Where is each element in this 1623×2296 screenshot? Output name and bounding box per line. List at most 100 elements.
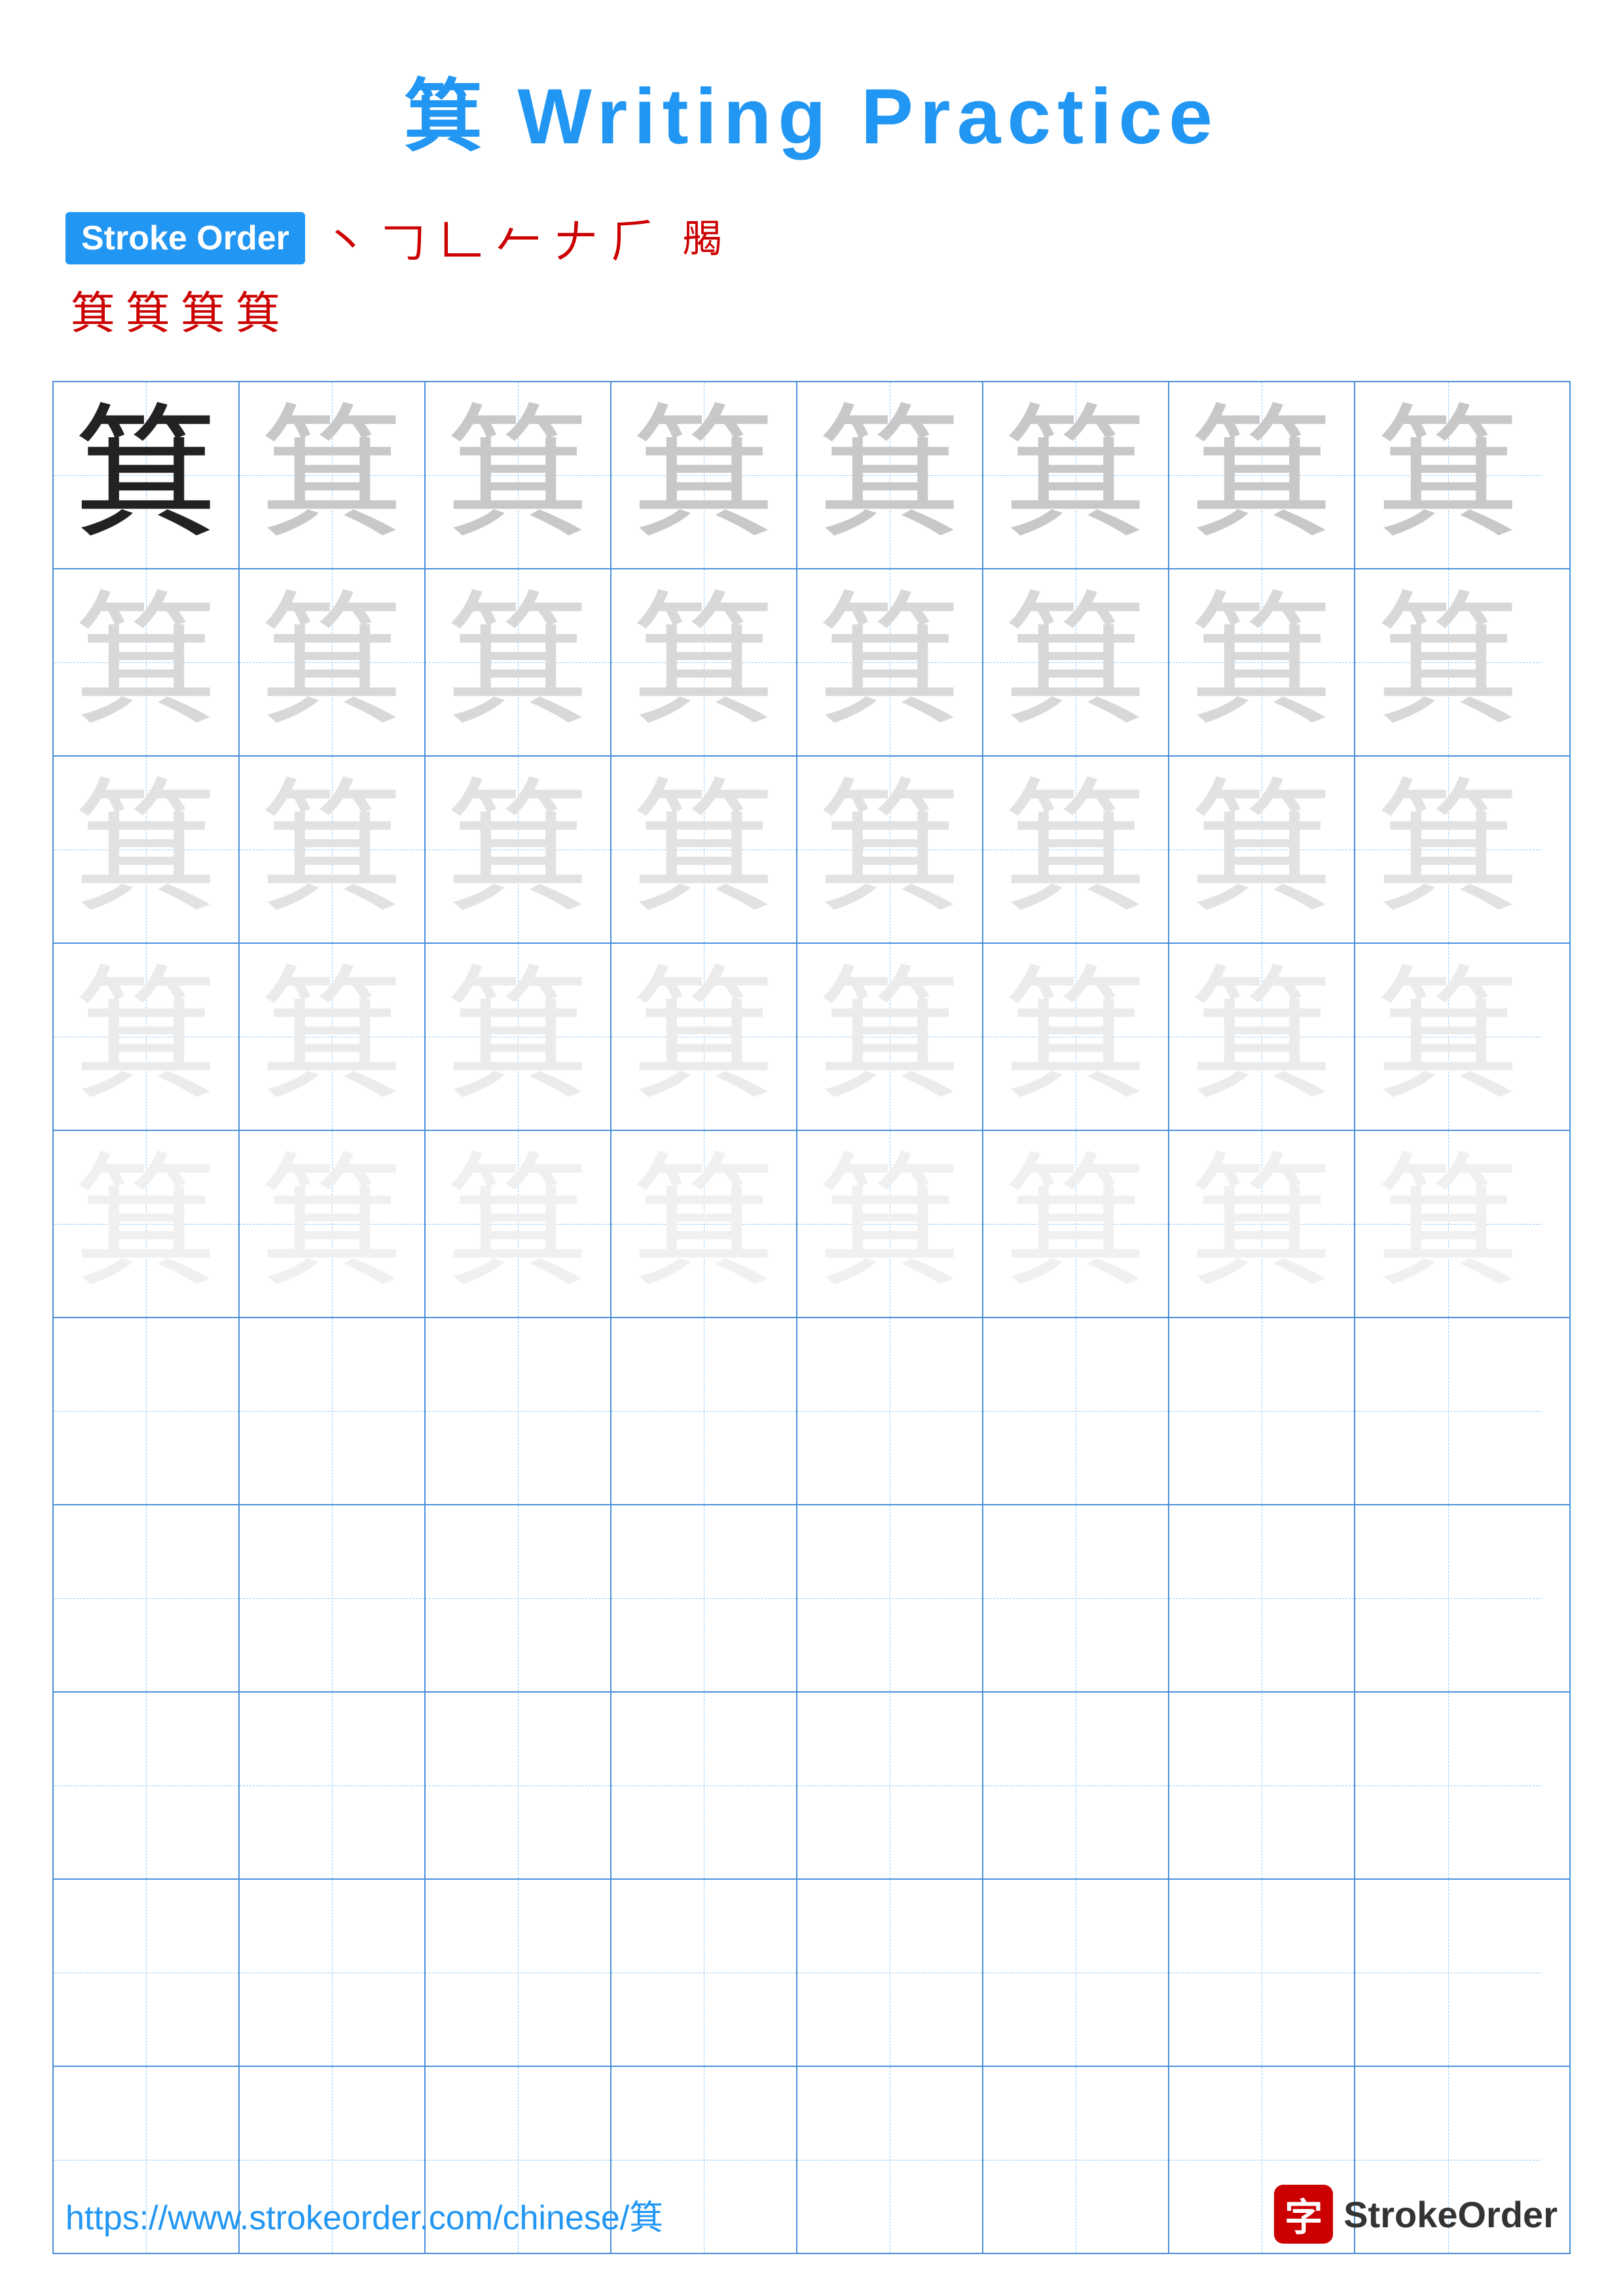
grid-row-9 — [54, 1880, 1569, 2067]
grid-cell-5-8: 箕 — [1355, 1131, 1541, 1317]
grid-cell-6-1[interactable] — [54, 1318, 240, 1504]
grid-cell-8-5[interactable] — [797, 1693, 983, 1878]
grid-cell-3-7: 箕 — [1169, 757, 1355, 942]
grid-cell-6-2[interactable] — [240, 1318, 426, 1504]
grid-cell-1-4: 箕 — [611, 382, 797, 568]
footer: https://www.strokeorder.com/chinese/箕 字 … — [0, 2185, 1623, 2244]
grid-cell-4-2: 箕 — [240, 944, 426, 1130]
grid-cell-7-7[interactable] — [1169, 1505, 1355, 1691]
grid-cell-3-4: 箕 — [611, 757, 797, 942]
stroke-step-15: 箕 — [181, 277, 225, 342]
grid-cell-6-4[interactable] — [611, 1318, 797, 1504]
stroke-row2: 箕 箕 箕 箕 — [0, 277, 1623, 342]
stroke-step-13: 箕 — [71, 277, 115, 342]
grid-cell-4-6: 箕 — [983, 944, 1169, 1130]
grid-cell-1-7: 箕 — [1169, 382, 1355, 568]
grid-cell-5-1: 箕 — [54, 1131, 240, 1317]
practice-grid: 箕 箕 箕 箕 箕 箕 箕 箕 箕 箕 箕 — [52, 381, 1571, 2254]
grid-cell-9-2[interactable] — [240, 1880, 426, 2066]
grid-cell-7-2[interactable] — [240, 1505, 426, 1691]
grid-row-4: 箕 箕 箕 箕 箕 箕 箕 箕 — [54, 944, 1569, 1131]
grid-cell-6-7[interactable] — [1169, 1318, 1355, 1504]
stroke-step-14: 箕 — [126, 277, 170, 342]
grid-row-1: 箕 箕 箕 箕 箕 箕 箕 箕 — [54, 382, 1569, 569]
grid-cell-6-6[interactable] — [983, 1318, 1169, 1504]
grid-cell-5-7: 箕 — [1169, 1131, 1355, 1317]
grid-cell-3-8: 箕 — [1355, 757, 1541, 942]
grid-cell-8-6[interactable] — [983, 1693, 1169, 1878]
stroke-step-1: 丶 — [323, 206, 368, 270]
grid-cell-7-6[interactable] — [983, 1505, 1169, 1691]
grid-cell-9-6[interactable] — [983, 1880, 1169, 2066]
grid-row-7 — [54, 1505, 1569, 1693]
grid-cell-4-1: 箕 — [54, 944, 240, 1130]
grid-cell-9-4[interactable] — [611, 1880, 797, 2066]
grid-cell-2-8: 箕 — [1355, 569, 1541, 755]
grid-cell-8-2[interactable] — [240, 1693, 426, 1878]
grid-cell-5-4: 箕 — [611, 1131, 797, 1317]
grid-cell-9-7[interactable] — [1169, 1880, 1355, 2066]
grid-cell-2-6: 箕 — [983, 569, 1169, 755]
grid-cell-1-3: 箕 — [426, 382, 611, 568]
grid-cell-2-4: 箕 — [611, 569, 797, 755]
grid-cell-5-6: 箕 — [983, 1131, 1169, 1317]
grid-cell-9-8[interactable] — [1355, 1880, 1541, 2066]
grid-cell-3-2: 箕 — [240, 757, 426, 942]
stroke-order-section: Stroke Order 丶 𠃌 𠃊 𠂉 𠂇 𠂆 𠂅 𠂄 𠂃 𠂂 𠂁 𠂀 — [0, 206, 1623, 270]
grid-cell-7-1[interactable] — [54, 1505, 240, 1691]
grid-cell-2-3: 箕 — [426, 569, 611, 755]
grid-cell-2-5: 箕 — [797, 569, 983, 755]
stroke-order-badge: Stroke Order — [65, 212, 305, 264]
grid-cell-8-3[interactable] — [426, 1693, 611, 1878]
grid-row-8 — [54, 1693, 1569, 1880]
grid-cell-4-7: 箕 — [1169, 944, 1355, 1130]
grid-cell-3-1: 箕 — [54, 757, 240, 942]
grid-cell-1-1: 箕 — [54, 382, 240, 568]
grid-cell-7-5[interactable] — [797, 1505, 983, 1691]
stroke-sequence: 丶 𠃌 𠃊 𠂉 𠂇 𠂆 𠂅 𠂄 𠂃 𠂂 𠂁 𠂀 — [318, 206, 779, 270]
stroke-step-3: 𠃊 — [439, 206, 483, 270]
grid-cell-9-1[interactable] — [54, 1880, 240, 2066]
grid-cell-4-4: 箕 — [611, 944, 797, 1130]
grid-cell-4-3: 箕 — [426, 944, 611, 1130]
footer-logo-icon: 字 — [1274, 2185, 1333, 2244]
stroke-step-5: 𠂇 — [554, 206, 598, 270]
grid-cell-9-5[interactable] — [797, 1880, 983, 2066]
grid-cell-6-3[interactable] — [426, 1318, 611, 1504]
grid-cell-4-8: 箕 — [1355, 944, 1541, 1130]
grid-cell-7-4[interactable] — [611, 1505, 797, 1691]
stroke-step-2: 𠃌 — [381, 206, 426, 270]
grid-cell-1-8: 箕 — [1355, 382, 1541, 568]
grid-cell-6-5[interactable] — [797, 1318, 983, 1504]
grid-cell-5-5: 箕 — [797, 1131, 983, 1317]
practice-char-light1: 箕 — [260, 403, 404, 547]
grid-cell-2-7: 箕 — [1169, 569, 1355, 755]
practice-char-dark: 箕 — [74, 403, 218, 547]
grid-row-5: 箕 箕 箕 箕 箕 箕 箕 箕 — [54, 1131, 1569, 1318]
footer-url[interactable]: https://www.strokeorder.com/chinese/箕 — [65, 2190, 663, 2239]
stroke-step-16: 箕 — [236, 277, 280, 342]
grid-cell-8-7[interactable] — [1169, 1693, 1355, 1878]
page-title: 箕 Writing Practice — [0, 0, 1623, 166]
grid-cell-9-3[interactable] — [426, 1880, 611, 2066]
grid-cell-8-1[interactable] — [54, 1693, 240, 1878]
grid-cell-8-4[interactable] — [611, 1693, 797, 1878]
grid-cell-7-3[interactable] — [426, 1505, 611, 1691]
grid-cell-3-6: 箕 — [983, 757, 1169, 942]
grid-cell-3-5: 箕 — [797, 757, 983, 942]
grid-cell-2-1: 箕 — [54, 569, 240, 755]
grid-cell-8-8[interactable] — [1355, 1693, 1541, 1878]
grid-row-2: 箕 箕 箕 箕 箕 箕 箕 箕 — [54, 569, 1569, 757]
grid-cell-1-6: 箕 — [983, 382, 1169, 568]
grid-cell-7-8[interactable] — [1355, 1505, 1541, 1691]
footer-logo: 字 StrokeOrder — [1274, 2185, 1558, 2244]
grid-cell-5-3: 箕 — [426, 1131, 611, 1317]
grid-cell-1-5: 箕 — [797, 382, 983, 568]
stroke-step-6: 𠂆 — [611, 206, 656, 270]
grid-cell-6-8[interactable] — [1355, 1318, 1541, 1504]
grid-cell-1-2: 箕 — [240, 382, 426, 568]
grid-cell-2-2: 箕 — [240, 569, 426, 755]
grid-cell-4-5: 箕 — [797, 944, 983, 1130]
stroke-step-4: 𠂉 — [496, 206, 541, 270]
grid-row-6 — [54, 1318, 1569, 1505]
